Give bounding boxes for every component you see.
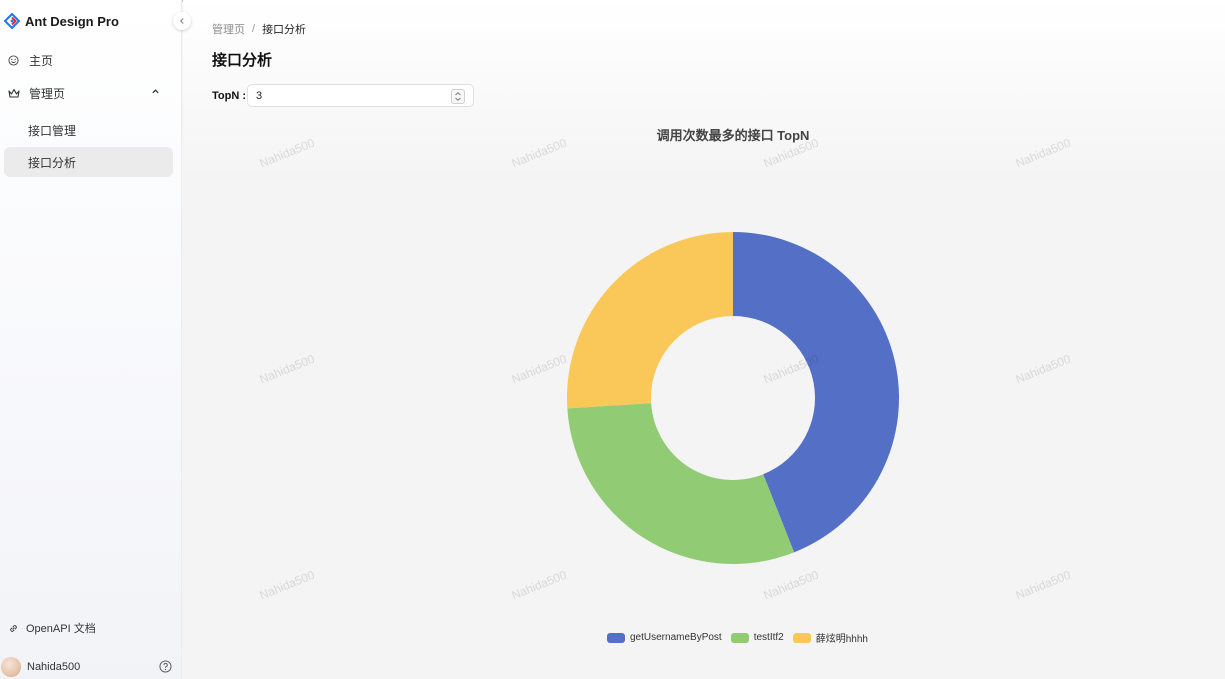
chevron-left-icon [179, 18, 184, 24]
openapi-doc-link[interactable]: OpenAPI 文档 [8, 620, 96, 636]
question-circle-icon[interactable] [159, 660, 172, 673]
sidebar-item-home[interactable]: 主页 [4, 45, 173, 75]
app-logo[interactable]: Ant Design Pro [4, 11, 119, 31]
legend-item[interactable]: getUsernameByPost [607, 632, 722, 643]
legend-swatch [607, 632, 625, 643]
sidebar-collapse-button[interactable] [173, 12, 191, 30]
legend-item[interactable]: testItf2 [730, 632, 784, 643]
openapi-doc-label: OpenAPI 文档 [26, 623, 96, 635]
app-title: Ant Design Pro [25, 13, 119, 29]
link-icon [10, 624, 17, 632]
sidebar: Ant Design Pro 主页 管理页 接口管理 接口分析 OpenAPI … [0, 0, 182, 679]
sidebar-item-api-management[interactable]: 接口管理 [4, 115, 173, 145]
legend-label: testItf2 [753, 632, 784, 643]
legend-label: getUsernameByPost [630, 632, 722, 643]
legend-swatch [730, 632, 749, 643]
crown-icon [8, 87, 20, 99]
ant-design-logo-icon [4, 13, 20, 29]
smile-icon [8, 54, 20, 66]
sidebar-item-label: 接口分析 [28, 155, 77, 170]
legend-swatch [792, 632, 811, 643]
legend-item[interactable]: 薛炫明hhhh [792, 630, 868, 645]
chevron-up-icon[interactable] [151, 87, 160, 96]
main-content: 管理页 / 接口分析 接口分析 TopN : 3 调用次数最多的接口 TopN … [183, 0, 1225, 679]
avatar[interactable] [1, 657, 21, 677]
sidebar-item-label: 接口管理 [28, 123, 77, 138]
sidebar-item-label: 主页 [29, 53, 54, 68]
sidebar-item-admin[interactable]: 管理页 [4, 78, 173, 108]
donut-chart [567, 232, 900, 564]
pie-slice[interactable] [567, 403, 795, 564]
user-name: Nahida500 [27, 661, 81, 673]
sidebar-item-label: 管理页 [29, 86, 66, 101]
chart-legend: getUsernameByPost testItf2 薛炫明hhhh [607, 630, 877, 645]
user-info[interactable]: Nahida500 [0, 655, 182, 679]
sidebar-item-api-analysis[interactable]: 接口分析 [4, 147, 173, 177]
legend-label: 薛炫明hhhh [815, 634, 868, 645]
pie-slice[interactable] [567, 232, 733, 409]
